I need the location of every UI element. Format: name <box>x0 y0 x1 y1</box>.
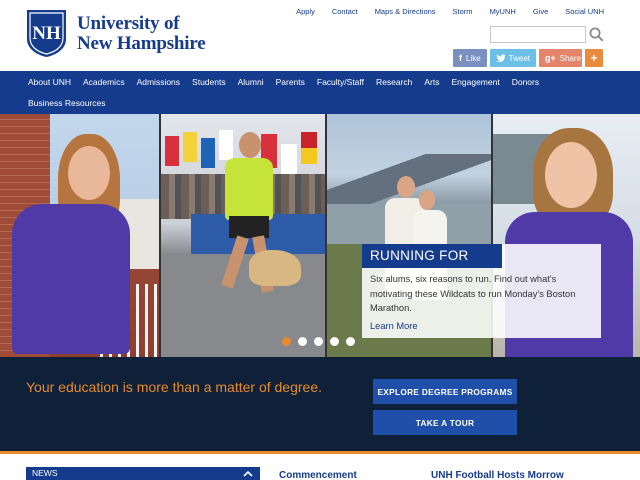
google-share-button[interactable]: g+ Share <box>539 49 582 67</box>
hero-learn-more-link[interactable]: Learn More <box>370 321 418 331</box>
util-link-storm[interactable]: Storm <box>453 7 473 17</box>
carousel-dot-2[interactable] <box>298 337 307 346</box>
story-headline-commencement[interactable]: Commencement <box>279 470 357 480</box>
twitter-tweet-button[interactable]: Tweet <box>490 49 536 67</box>
util-link-maps[interactable]: Maps & Directions <box>375 7 436 17</box>
nav-item-admissions[interactable]: Admissions <box>131 77 186 87</box>
news-header[interactable]: NEWS <box>26 467 260 480</box>
util-link-social[interactable]: Social UNH <box>565 7 604 17</box>
tweet-label: Tweet <box>508 53 530 63</box>
carousel-dots <box>282 337 355 346</box>
explore-degree-programs-button[interactable]: EXPLORE DEGREE PROGRAMS <box>373 379 517 404</box>
like-label: Like <box>466 53 481 63</box>
carousel-dot-5[interactable] <box>346 337 355 346</box>
unh-wordmark: University of New Hampshire <box>77 12 206 54</box>
nav-item-donors[interactable]: Donors <box>506 77 545 87</box>
hero-photo-marathon <box>161 114 325 357</box>
nav-item-about[interactable]: About UNH <box>22 77 77 87</box>
twitter-bird-icon <box>496 54 506 62</box>
chevron-up-icon[interactable] <box>241 467 255 480</box>
nav-row-1: About UNH Academics Admissions Students … <box>22 77 545 87</box>
nav-item-engagement[interactable]: Engagement <box>446 77 506 87</box>
hero-title: RUNNING FOR GOOD <box>362 244 502 287</box>
hero-photo-runner-1 <box>0 114 159 357</box>
search-button[interactable] <box>588 26 604 43</box>
nav-item-business-resources[interactable]: Business Resources <box>22 98 111 108</box>
facebook-icon: f <box>459 53 462 63</box>
unh-logo[interactable]: NH University of New Hampshire <box>26 9 206 58</box>
carousel-dot-1[interactable] <box>282 337 291 346</box>
nav-item-faculty-staff[interactable]: Faculty/Staff <box>311 77 370 87</box>
util-link-contact[interactable]: Contact <box>332 7 358 17</box>
carousel-dot-3[interactable] <box>314 337 323 346</box>
util-link-give[interactable]: Give <box>533 7 548 17</box>
hero-carousel: RUNNING FOR GOOD Six alums, six reasons … <box>0 114 640 357</box>
story-headline-football[interactable]: UNH Football Hosts Morrow <box>431 470 564 480</box>
search-icon <box>589 27 604 42</box>
search-input[interactable] <box>490 26 586 43</box>
nav-item-parents[interactable]: Parents <box>270 77 311 87</box>
take-a-tour-button[interactable]: TAKE A TOUR <box>373 410 517 435</box>
carousel-dot-4[interactable] <box>330 337 339 346</box>
guide-dog <box>249 250 301 286</box>
news-label: NEWS <box>32 468 58 478</box>
main-nav: About UNH Academics Admissions Students … <box>0 71 640 114</box>
logo-line-1: University of <box>77 12 180 34</box>
nav-item-arts[interactable]: Arts <box>418 77 445 87</box>
share-label: Share <box>559 53 582 63</box>
facebook-like-button[interactable]: f Like <box>453 49 487 67</box>
util-link-myunh[interactable]: MyUNH <box>490 7 516 17</box>
nav-row-2: Business Resources <box>22 98 111 108</box>
nav-item-students[interactable]: Students <box>186 77 232 87</box>
util-link-apply[interactable]: Apply <box>296 7 315 17</box>
hero-description: Six alums, six reasons to run. Find out … <box>370 274 576 313</box>
tagline-band <box>0 357 640 451</box>
google-plus-icon: g+ <box>545 53 556 63</box>
nav-item-research[interactable]: Research <box>370 77 418 87</box>
nav-item-alumni[interactable]: Alumni <box>232 77 270 87</box>
svg-text:NH: NH <box>32 23 61 44</box>
more-share-button[interactable]: + <box>585 49 603 67</box>
site-header: NH University of New Hampshire Apply Con… <box>0 0 640 71</box>
nav-item-academics[interactable]: Academics <box>77 77 131 87</box>
tagline-text: Your education is more than a matter of … <box>26 379 322 395</box>
logo-line-2: New Hampshire <box>77 32 206 54</box>
unh-shield-icon: NH <box>27 10 66 57</box>
utility-links: Apply Contact Maps & Directions Storm My… <box>279 7 604 17</box>
